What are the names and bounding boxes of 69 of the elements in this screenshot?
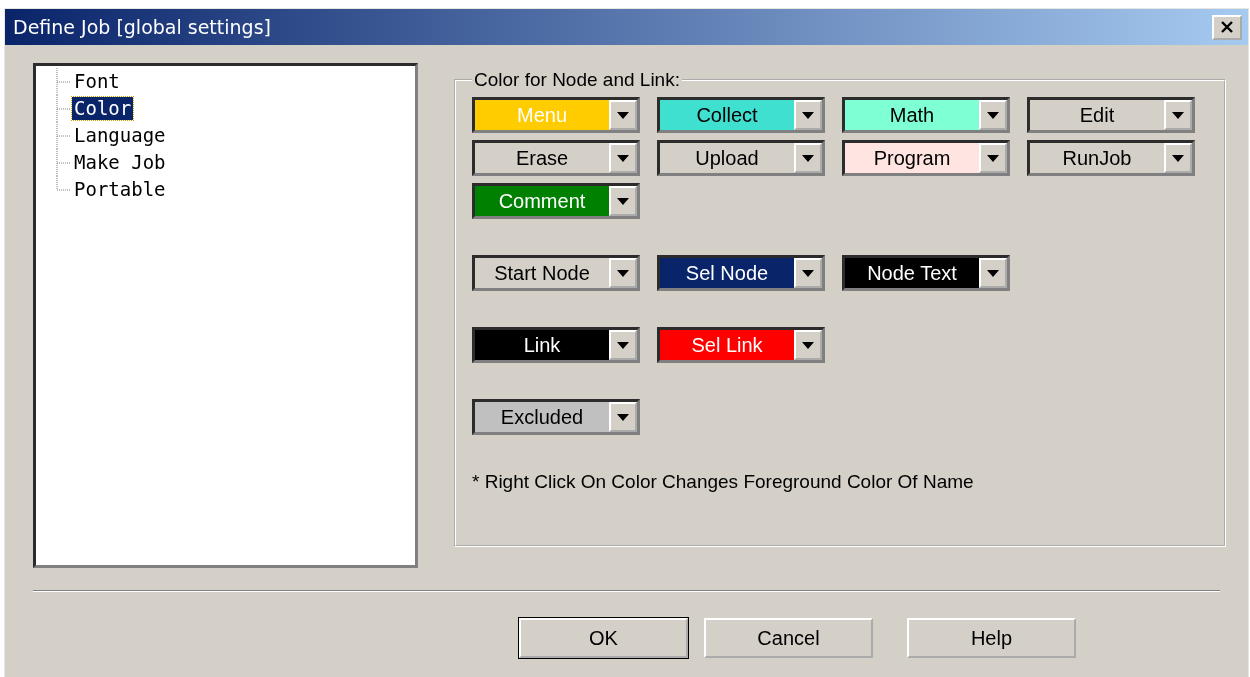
color-picker[interactable]: Collect <box>657 97 825 133</box>
dialog-button[interactable]: Help <box>907 618 1076 658</box>
dropdown-button[interactable] <box>609 100 637 130</box>
dropdown-button[interactable] <box>609 330 637 360</box>
dropdown-button[interactable] <box>609 258 637 288</box>
dropdown-arrow-icon <box>617 413 629 421</box>
dropdown-button[interactable] <box>609 143 637 173</box>
hint-text: * Right Click On Color Changes Foreground Color Of Name <box>472 471 975 493</box>
tree-connector <box>56 68 72 95</box>
color-picker[interactable]: Math <box>842 97 1010 133</box>
tree-item[interactable]: Make Job <box>72 151 168 174</box>
dialog-button[interactable]: OK <box>519 618 688 658</box>
color-swatch[interactable]: Sel Node <box>660 258 794 288</box>
dropdown-button[interactable] <box>1164 143 1192 173</box>
close-button[interactable] <box>1212 14 1242 40</box>
dropdown-arrow-icon <box>802 341 814 349</box>
dropdown-arrow-icon <box>617 341 629 349</box>
color-picker[interactable]: Node Text <box>842 255 1010 291</box>
dropdown-button[interactable] <box>609 402 637 432</box>
dropdown-arrow-icon <box>802 111 814 119</box>
dropdown-arrow-icon <box>987 154 999 162</box>
color-picker[interactable]: Erase <box>472 140 640 176</box>
tree-connector <box>56 95 72 122</box>
color-swatch[interactable]: Program <box>845 143 979 173</box>
dropdown-button[interactable] <box>794 330 822 360</box>
color-picker[interactable]: Sel Node <box>657 255 825 291</box>
dropdown-arrow-icon <box>617 197 629 205</box>
color-swatch[interactable]: Comment <box>475 186 609 216</box>
window-title: Define Job [global settings] <box>13 16 271 38</box>
color-picker[interactable]: Program <box>842 140 1010 176</box>
dropdown-arrow-icon <box>617 154 629 162</box>
dropdown-arrow-icon <box>1172 154 1184 162</box>
color-swatch[interactable]: Sel Link <box>660 330 794 360</box>
tree-item[interactable]: Portable <box>72 178 168 201</box>
dropdown-arrow-icon <box>802 269 814 277</box>
close-icon <box>1220 21 1234 33</box>
dropdown-button[interactable] <box>979 258 1007 288</box>
tree-item[interactable]: Color <box>72 97 134 120</box>
tree-item[interactable]: Font <box>72 70 122 93</box>
color-swatch[interactable]: Link <box>475 330 609 360</box>
color-picker[interactable]: Sel Link <box>657 327 825 363</box>
color-picker[interactable]: Comment <box>472 183 640 219</box>
dropdown-arrow-icon <box>802 154 814 162</box>
color-swatch[interactable]: Node Text <box>845 258 979 288</box>
color-picker[interactable]: Link <box>472 327 640 363</box>
dropdown-button[interactable] <box>609 186 637 216</box>
dialog-button[interactable]: Cancel <box>704 618 873 658</box>
color-swatch[interactable]: Math <box>845 100 979 130</box>
color-swatch[interactable]: Excluded <box>475 402 609 432</box>
dropdown-button[interactable] <box>794 143 822 173</box>
dropdown-button[interactable] <box>794 258 822 288</box>
color-picker[interactable]: Upload <box>657 140 825 176</box>
color-picker[interactable]: Start Node <box>472 255 640 291</box>
dropdown-arrow-icon <box>617 111 629 119</box>
dropdown-button[interactable] <box>1164 100 1192 130</box>
dropdown-arrow-icon <box>987 269 999 277</box>
dropdown-arrow-icon <box>617 269 629 277</box>
dropdown-button[interactable] <box>979 143 1007 173</box>
group-legend: Color for Node and Link: <box>472 69 682 91</box>
color-picker[interactable]: RunJob <box>1027 140 1195 176</box>
color-picker[interactable]: Edit <box>1027 97 1195 133</box>
dropdown-button[interactable] <box>979 100 1007 130</box>
tree-item[interactable]: Language <box>72 124 168 147</box>
tree-connector <box>56 122 72 149</box>
dropdown-arrow-icon <box>1172 111 1184 119</box>
color-swatch[interactable]: Collect <box>660 100 794 130</box>
dropdown-arrow-icon <box>987 111 999 119</box>
color-picker[interactable]: Excluded <box>472 399 640 435</box>
dropdown-button[interactable] <box>794 100 822 130</box>
